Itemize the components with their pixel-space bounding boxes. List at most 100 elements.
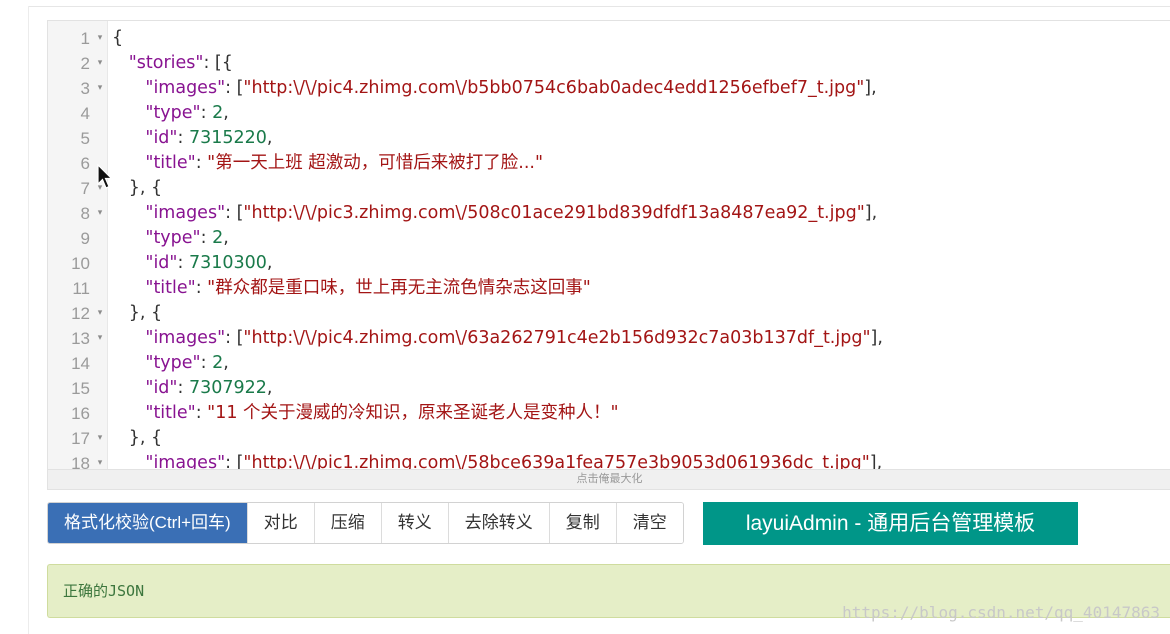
fold-arrow-icon[interactable]: ▾ <box>95 26 105 51</box>
code-token: : [ <box>225 328 244 348</box>
line-number: 8 <box>80 204 90 223</box>
watermark: https://blog.csdn.net/qq_40147863 <box>842 603 1160 622</box>
copy-button[interactable]: 复制 <box>548 503 616 543</box>
line-number: 9 <box>80 229 90 248</box>
top-divider <box>28 6 1170 7</box>
format-validate-button[interactable]: 格式化校验(Ctrl+回车) <box>48 503 247 543</box>
maximize-bar[interactable]: 点击俺最大化 <box>48 469 1170 489</box>
code-line: 15 "id": 7307922, <box>48 376 1170 401</box>
json-editor[interactable]: 1 ▾{2 ▾ "stories": [{3 ▾ "images": ["http:\… <box>47 20 1170 490</box>
fold-arrow-icon[interactable]: ▾ <box>95 451 105 470</box>
code-token: "http:\/\/pic4.zhimg.com\/63a262791c4e2b… <box>243 328 871 348</box>
fold-arrow-icon[interactable]: ▾ <box>95 426 105 451</box>
code-token: : [ <box>225 203 244 223</box>
line-number: 5 <box>80 129 90 148</box>
code-line: 18 ▾ "images": ["http:\/\/pic1.zhimg.com\… <box>48 451 1170 470</box>
mouse-pointer-icon <box>97 164 113 189</box>
top-band <box>0 0 1170 20</box>
line-number: 11 <box>72 279 90 298</box>
code-token: 2 <box>212 228 224 248</box>
code-line: 7 ▾ }, { <box>48 176 1170 201</box>
fold-arrow-icon[interactable]: ▾ <box>95 51 105 76</box>
code-token: 7307922 <box>188 378 267 398</box>
code-text: "title": "11 个关于漫威的冷知识，原来圣诞老人是变种人！" <box>112 401 618 426</box>
fold-arrow-icon[interactable]: ▾ <box>95 301 105 326</box>
code-token: }, { <box>112 303 163 323</box>
line-number: 7 <box>80 179 90 198</box>
code-text: "images": ["http:\/\/pic3.zhimg.com\/508… <box>112 201 877 226</box>
code-text: "title": "第一天上班 超激动，可惜后来被打了脸..." <box>112 151 543 176</box>
line-number: 15 <box>71 379 90 398</box>
code-token: , <box>266 253 273 273</box>
code-token: , <box>266 378 273 398</box>
code-area[interactable]: 1 ▾{2 ▾ "stories": [{3 ▾ "images": ["http:\… <box>48 26 1170 470</box>
fold-arrow-icon[interactable]: ▾ <box>95 326 105 351</box>
clear-button[interactable]: 清空 <box>615 503 683 543</box>
code-token: ], <box>864 203 878 223</box>
code-token: : <box>195 403 208 423</box>
code-token: : <box>177 378 189 398</box>
compress-button[interactable]: 压缩 <box>313 503 381 543</box>
code-token: : <box>200 103 213 123</box>
code-line: 17 ▾ }, { <box>48 426 1170 451</box>
code-token: 7310300 <box>188 253 267 273</box>
code-token: "images" <box>145 453 226 470</box>
code-text: "id": 7315220, <box>112 126 272 151</box>
code-line: 2 ▾ "stories": [{ <box>48 51 1170 76</box>
code-token: 2 <box>212 103 224 123</box>
code-token: "id" <box>145 128 178 148</box>
unescape-button[interactable]: 去除转义 <box>447 503 549 543</box>
code-text: }, { <box>112 301 162 326</box>
code-line: 1 ▾ { <box>48 26 1170 51</box>
code-line: 11 "title": "群众都是重口味，世上再无主流色情杂志这回事" <box>48 276 1170 301</box>
code-token: "群众都是重口味，世上再无主流色情杂志这回事" <box>207 278 591 298</box>
code-token: }, { <box>112 428 163 448</box>
line-number: 16 <box>71 404 90 423</box>
code-token: : <box>177 253 189 273</box>
code-token: "type" <box>145 103 201 123</box>
code-line: 5 "id": 7315220, <box>48 126 1170 151</box>
code-token: "images" <box>145 203 226 223</box>
code-token: }, { <box>112 178 163 198</box>
compare-button[interactable]: 对比 <box>246 503 314 543</box>
code-token: "http:\/\/pic4.zhimg.com\/b5bb0754c6bab0… <box>243 78 865 98</box>
code-text: "id": 7310300, <box>112 251 272 276</box>
code-text: "images": ["http:\/\/pic1.zhimg.com\/58b… <box>112 451 882 470</box>
line-number: 17 <box>71 429 90 448</box>
code-text: }, { <box>112 176 162 201</box>
code-text: "images": ["http:\/\/pic4.zhimg.com\/b5b… <box>112 76 876 101</box>
code-token: "images" <box>145 78 226 98</box>
code-token: "images" <box>145 328 226 348</box>
code-token: , <box>266 128 273 148</box>
line-number: 6 <box>80 154 90 173</box>
code-token: "id" <box>145 253 178 273</box>
line-number: 1 <box>80 29 90 48</box>
code-token: "stories" <box>128 53 204 73</box>
code-token: : [ <box>225 453 244 470</box>
layuiadmin-link-button[interactable]: layuiAdmin - 通用后台管理模板 <box>703 502 1078 545</box>
fold-arrow-icon[interactable]: ▾ <box>95 201 105 226</box>
line-number: 10 <box>71 254 90 273</box>
action-button-group: 格式化校验(Ctrl+回车) 对比 压缩 转义 去除转义 复制 清空 <box>47 502 684 544</box>
code-token: 7315220 <box>188 128 267 148</box>
line-number: 2 <box>80 54 90 73</box>
code-token: : <box>200 353 213 373</box>
code-token: "type" <box>145 228 201 248</box>
code-token: , <box>223 353 229 373</box>
escape-button[interactable]: 转义 <box>380 503 448 543</box>
code-token: ], <box>869 453 883 470</box>
line-number: 12 <box>71 304 90 323</box>
code-token: "http:\/\/pic1.zhimg.com\/58bce639a1fea7… <box>243 453 870 470</box>
code-line: 10 "id": 7310300, <box>48 251 1170 276</box>
code-line: 16 "title": "11 个关于漫威的冷知识，原来圣诞老人是变种人！" <box>48 401 1170 426</box>
fold-arrow-icon[interactable]: ▾ <box>95 76 105 101</box>
code-text: "images": ["http:\/\/pic4.zhimg.com\/63a… <box>112 326 883 351</box>
